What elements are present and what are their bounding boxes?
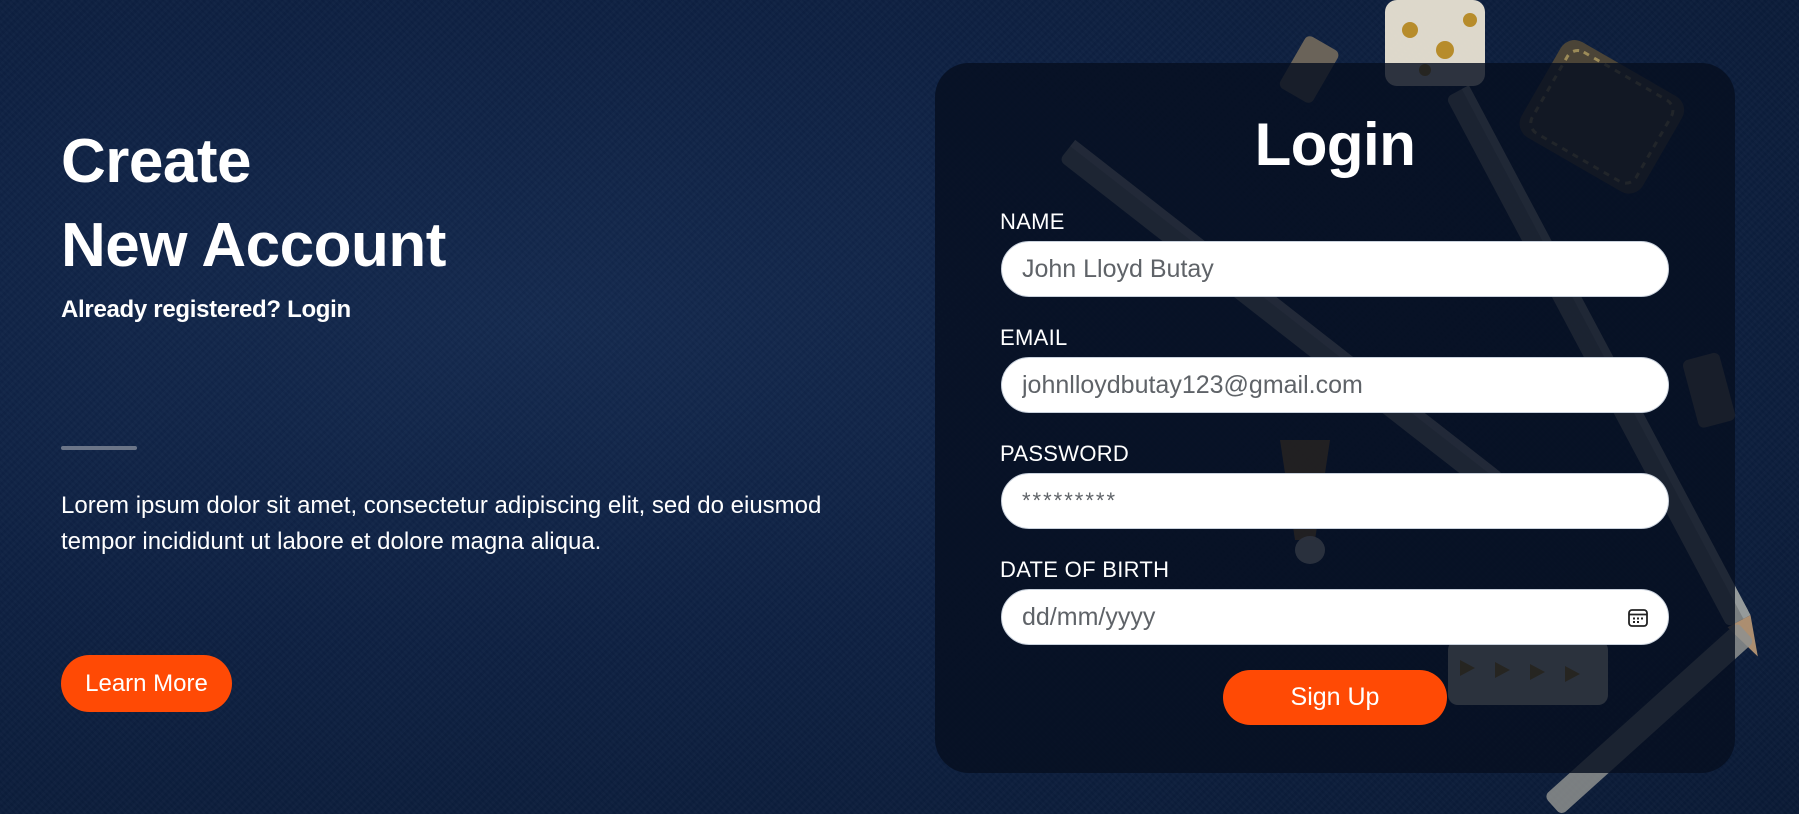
- hero-section: Create New Account Already registered? L…: [61, 120, 841, 324]
- password-label: PASSWORD: [1000, 441, 1130, 466]
- password-input[interactable]: [1020, 487, 1650, 515]
- dob-label: DATE OF BIRTH: [1000, 557, 1170, 582]
- hero-title-line2: New Account: [61, 211, 446, 280]
- email-label: EMAIL: [1000, 325, 1068, 350]
- dob-input[interactable]: [1020, 601, 1626, 633]
- login-card-title: Login: [1254, 111, 1416, 178]
- sign-up-button[interactable]: Sign Up: [1223, 670, 1447, 725]
- password-field-wrapper: [1001, 473, 1669, 529]
- hero-divider: [61, 446, 137, 450]
- email-input[interactable]: [1020, 369, 1650, 401]
- login-link[interactable]: Already registered? Login: [61, 296, 351, 324]
- hero-title: Create New Account: [61, 120, 841, 288]
- name-input[interactable]: [1020, 253, 1650, 285]
- name-field-wrapper: [1001, 241, 1669, 297]
- email-field-wrapper: [1001, 357, 1669, 413]
- calendar-icon[interactable]: [1626, 605, 1650, 629]
- hero-title-line1: Create: [61, 127, 252, 196]
- hero-description: Lorem ipsum dolor sit amet, consectetur …: [61, 492, 822, 555]
- name-label: NAME: [1000, 209, 1065, 234]
- dob-field-wrapper: [1001, 589, 1669, 645]
- learn-more-button[interactable]: Learn More: [61, 655, 232, 712]
